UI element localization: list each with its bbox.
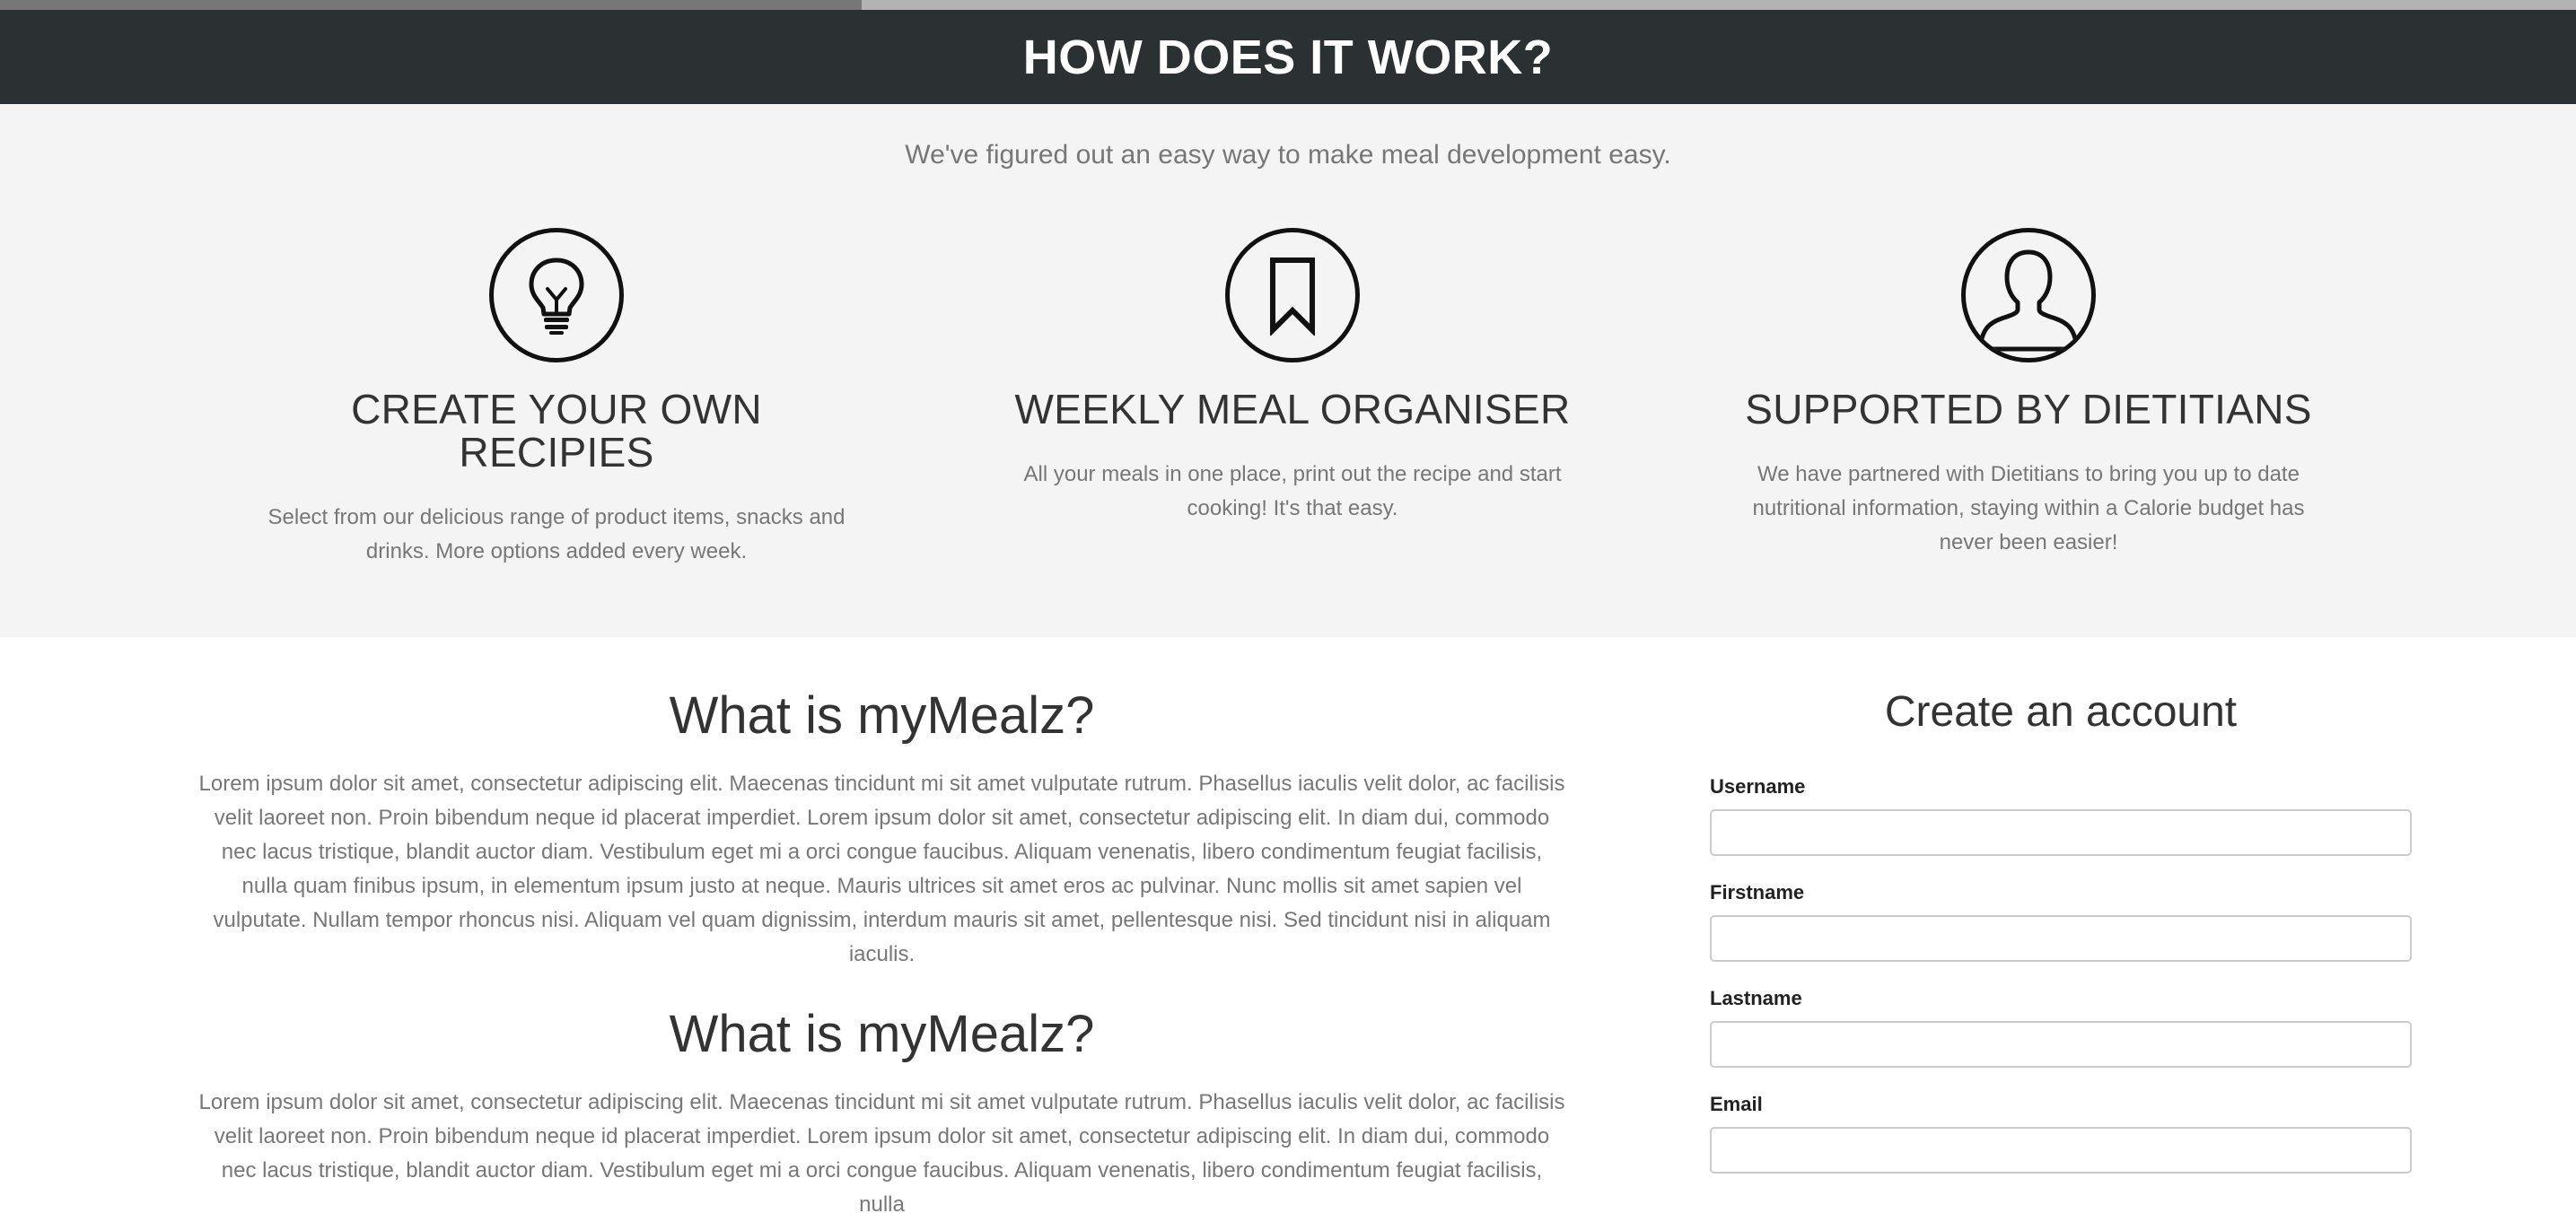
- firstname-field-group: Firstname: [1710, 881, 2412, 962]
- about-block-2: What is myMealz? Lorem ipsum dolor sit a…: [197, 1005, 1566, 1222]
- email-input[interactable]: [1710, 1127, 2412, 1174]
- how-it-works-header: HOW DOES IT WORK?: [0, 10, 2576, 104]
- feature-weekly-organiser: WEEKLY MEAL ORGANISER All your meals in …: [978, 228, 1607, 526]
- firstname-label: Firstname: [1710, 881, 1805, 903]
- lastname-label: Lastname: [1710, 987, 1802, 1009]
- about-block-1: What is myMealz? Lorem ipsum dolor sit a…: [197, 686, 1566, 972]
- feature-title: SUPPORTED BY DIETITIANS: [1745, 386, 2312, 432]
- top-progress-fill: [0, 0, 862, 10]
- bookmark-icon: [1225, 228, 1360, 362]
- lastname-field-group: Lastname: [1710, 987, 2412, 1068]
- section-title: HOW DOES IT WORK?: [1022, 30, 1554, 84]
- feature-title: CREATE YOUR OWN RECIPIES: [351, 386, 762, 476]
- username-field-group: Username: [1710, 775, 2412, 856]
- about-title: What is myMealz?: [669, 1005, 1095, 1063]
- feature-title: WEEKLY MEAL ORGANISER: [1014, 386, 1571, 432]
- top-progress-bar: [0, 0, 2576, 10]
- about-text: Lorem ipsum dolor sit amet, consectetur …: [198, 1090, 1565, 1217]
- feature-create-recipes: CREATE YOUR OWN RECIPIES Select from our…: [242, 228, 871, 569]
- create-account-form: Create an account Username Firstname Las…: [1710, 684, 2412, 1174]
- email-field-group: Email: [1710, 1093, 2412, 1174]
- lastname-input[interactable]: [1710, 1021, 2412, 1068]
- form-title: Create an account: [1884, 688, 2238, 736]
- feature-description: We have partnered with Dietitians to bri…: [1752, 462, 2305, 554]
- about-title: What is myMealz?: [669, 686, 1095, 745]
- features-section: We've figured out an easy way to make me…: [0, 104, 2576, 637]
- email-label: Email: [1710, 1093, 1763, 1115]
- firstname-input[interactable]: [1710, 915, 2412, 962]
- feature-dietitians: SUPPORTED BY DIETITIANS We have partnere…: [1714, 228, 2343, 560]
- username-label: Username: [1710, 775, 1806, 798]
- features-subtitle: We've figured out an easy way to make me…: [905, 140, 1671, 170]
- lightbulb-icon: [489, 228, 624, 362]
- username-input[interactable]: [1710, 809, 2412, 856]
- feature-description: Select from our delicious range of produ…: [267, 505, 846, 563]
- user-icon: [1961, 228, 2096, 362]
- about-text: Lorem ipsum dolor sit amet, consectetur …: [198, 772, 1565, 966]
- feature-description: All your meals in one place, print out t…: [1023, 462, 1562, 520]
